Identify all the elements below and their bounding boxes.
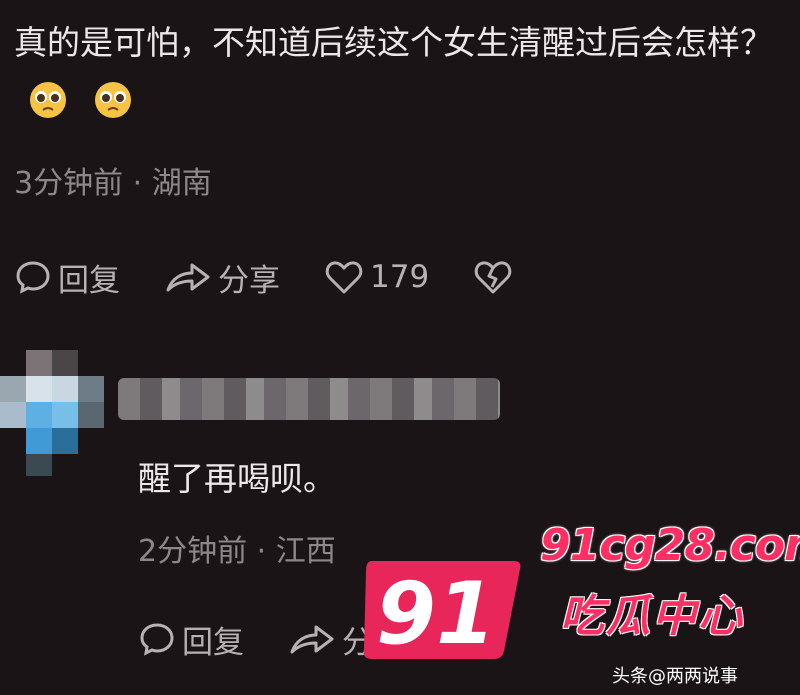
reply-button[interactable]: 回复 [14, 255, 120, 300]
share-label: 分享 [218, 262, 280, 299]
watermark-site: 91cg28.com [540, 520, 800, 571]
broken-heart-icon [474, 261, 512, 294]
share-arrow-icon [290, 625, 334, 654]
watermark-logo: 91 [352, 555, 524, 667]
like-button[interactable]: 179 [324, 258, 429, 296]
heart-icon [325, 261, 363, 294]
comment-body: 真的是可怕，不知道后续这个女生清醒过后会怎样？ [14, 23, 773, 62]
like-count: 179 [370, 259, 430, 295]
reply-label: 回复 [58, 262, 120, 299]
comment-text: 真的是可怕，不知道后续这个女生清醒过后会怎样？ [14, 14, 794, 130]
reply-meta: 2分钟前 · 江西 [138, 534, 336, 569]
share-button[interactable]: 分享 [164, 255, 280, 300]
watermark-badge-number: 91 [376, 564, 496, 664]
speech-bubble-icon [16, 261, 50, 294]
source-label: 头条@两两说事 [612, 666, 738, 687]
dislike-button[interactable] [473, 258, 519, 296]
comment-meta: 3分钟前 · 湖南 [14, 166, 212, 201]
avatar[interactable] [0, 350, 104, 476]
author-name-blurred [118, 378, 500, 420]
share-arrow-icon [166, 263, 210, 292]
pleading-face-icon [93, 80, 133, 120]
reply-button[interactable]: 回复 [138, 617, 244, 662]
reply-label: 回复 [182, 624, 244, 661]
watermark-brand: 吃瓜中心 [560, 591, 744, 642]
speech-bubble-icon [140, 623, 174, 656]
comment-actions: 回复 分享 179 [14, 254, 563, 300]
reply-text: 醒了再喝呗。 [138, 459, 336, 498]
pleading-face-icon [28, 80, 68, 120]
